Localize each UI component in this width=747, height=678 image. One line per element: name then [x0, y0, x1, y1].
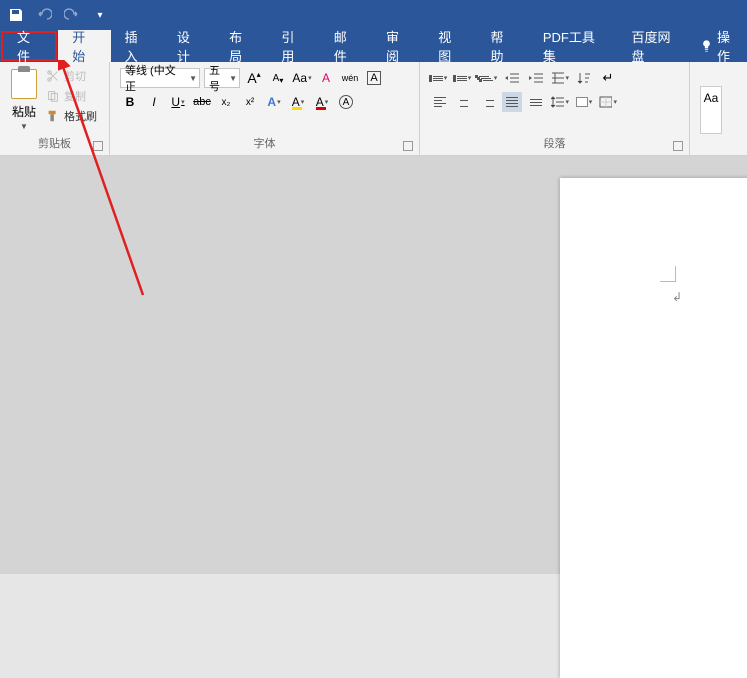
ribbon-tabs: 文件 开始 插入 设计 布局 引用 邮件 审阅 视图 帮助 PDF工具集 百度网…	[0, 30, 747, 62]
redo-icon[interactable]	[64, 7, 80, 23]
align-left-button[interactable]	[430, 92, 450, 112]
superscript-button[interactable]: x²	[240, 92, 260, 112]
chevron-down-icon: ▼	[229, 74, 237, 83]
italic-button[interactable]: I	[144, 92, 164, 112]
sort-button[interactable]	[574, 68, 594, 88]
copy-button[interactable]: 复制	[46, 88, 97, 104]
decrease-indent-button[interactable]	[502, 68, 522, 88]
style-preview-normal[interactable]: Aa	[700, 86, 722, 134]
paste-label: 粘贴	[12, 103, 36, 120]
underline-button[interactable]: U▾	[168, 92, 188, 112]
line-spacing-button[interactable]: ▾	[550, 92, 570, 112]
cut-button[interactable]: 剪切	[46, 68, 97, 84]
qat-customize-icon[interactable]: ▾	[92, 7, 108, 23]
subscript-button[interactable]: x₂	[216, 92, 236, 112]
align-justify-button[interactable]	[502, 92, 522, 112]
tab-design[interactable]: 设计	[163, 30, 215, 62]
enclosed-char-button[interactable]: A	[336, 92, 356, 112]
undo-icon[interactable]	[36, 7, 52, 23]
tab-review[interactable]: 审阅	[372, 30, 424, 62]
group-font: 等线 (中文正▼ 五号▼ A▴ A▾ Aa▾ A wén A B I U▾ ab…	[110, 62, 420, 155]
highlight-button[interactable]: A▾	[288, 92, 308, 112]
tab-insert[interactable]: 插入	[111, 30, 163, 62]
document-page[interactable]: ↲	[560, 178, 747, 678]
group-label-font: 字体	[114, 133, 415, 155]
paragraph-mark-icon: ↲	[672, 290, 682, 304]
format-painter-button[interactable]: 格式刷	[46, 108, 97, 124]
dialog-launcher-icon[interactable]	[403, 141, 413, 151]
tab-pdf-tools[interactable]: PDF工具集	[529, 30, 618, 62]
group-label-clipboard: 剪贴板	[4, 133, 105, 155]
dialog-launcher-icon[interactable]	[93, 141, 103, 151]
tab-layout[interactable]: 布局	[215, 30, 267, 62]
tab-mailings[interactable]: 邮件	[320, 30, 372, 62]
lightbulb-icon	[700, 39, 713, 53]
numbering-button[interactable]: ▾	[454, 68, 474, 88]
tab-file[interactable]: 文件	[1, 31, 57, 61]
bold-button[interactable]: B	[120, 92, 140, 112]
paste-button[interactable]: 粘贴 ▼	[4, 64, 44, 133]
document-canvas[interactable]: ↲	[0, 156, 747, 574]
increase-indent-button[interactable]	[526, 68, 546, 88]
title-bar: ▾	[0, 0, 747, 30]
ribbon: 粘贴 ▼ 剪切 复制 格式刷 剪贴板	[0, 62, 747, 156]
group-paragraph: ▾ ▾ ▾ ▾ ↵ ▾ ▾ ▾ 段落	[420, 62, 690, 155]
tab-baidu-netdisk[interactable]: 百度网盘	[617, 30, 694, 62]
tell-me-search[interactable]: 操作	[694, 30, 747, 62]
dialog-launcher-icon[interactable]	[673, 141, 683, 151]
distributed-button[interactable]	[526, 92, 546, 112]
asian-layout-button[interactable]: ▾	[550, 68, 570, 88]
borders-button[interactable]: ▾	[598, 92, 618, 112]
tab-references[interactable]: 引用	[267, 30, 319, 62]
chevron-down-icon: ▼	[189, 74, 197, 83]
font-size-combo[interactable]: 五号▼	[204, 68, 240, 88]
phonetic-guide-button[interactable]: wén	[340, 68, 360, 88]
clear-formatting-button[interactable]: A	[316, 68, 336, 88]
tab-help[interactable]: 帮助	[477, 30, 529, 62]
copy-icon	[46, 89, 60, 103]
group-styles: Aa	[690, 62, 747, 155]
group-label-paragraph: 段落	[424, 133, 685, 155]
font-color-button[interactable]: A▾	[312, 92, 332, 112]
chevron-down-icon: ▼	[20, 122, 28, 131]
show-paragraph-marks-button[interactable]: ↵	[598, 68, 618, 88]
font-name-combo[interactable]: 等线 (中文正▼	[120, 68, 200, 88]
shrink-font-button[interactable]: A▾	[268, 68, 288, 88]
multilevel-list-button[interactable]: ▾	[478, 68, 498, 88]
bullets-button[interactable]: ▾	[430, 68, 450, 88]
change-case-button[interactable]: Aa▾	[292, 68, 312, 88]
shading-button[interactable]: ▾	[574, 92, 594, 112]
char-border-button[interactable]: A	[364, 68, 384, 88]
group-clipboard: 粘贴 ▼ 剪切 复制 格式刷 剪贴板	[0, 62, 110, 155]
tell-me-label: 操作	[717, 27, 741, 65]
brush-icon	[46, 109, 60, 123]
text-effects-button[interactable]: A▾	[264, 92, 284, 112]
tab-view[interactable]: 视图	[424, 30, 476, 62]
align-center-button[interactable]	[454, 92, 474, 112]
align-right-button[interactable]	[478, 92, 498, 112]
margin-corner-icon	[660, 266, 676, 282]
quick-access-toolbar: ▾	[8, 7, 108, 23]
strikethrough-button[interactable]: abc	[192, 92, 212, 112]
tab-home[interactable]: 开始	[58, 30, 110, 62]
clipboard-icon	[11, 69, 37, 99]
grow-font-button[interactable]: A▴	[244, 68, 264, 88]
scissors-icon	[46, 69, 60, 83]
save-icon[interactable]	[8, 7, 24, 23]
